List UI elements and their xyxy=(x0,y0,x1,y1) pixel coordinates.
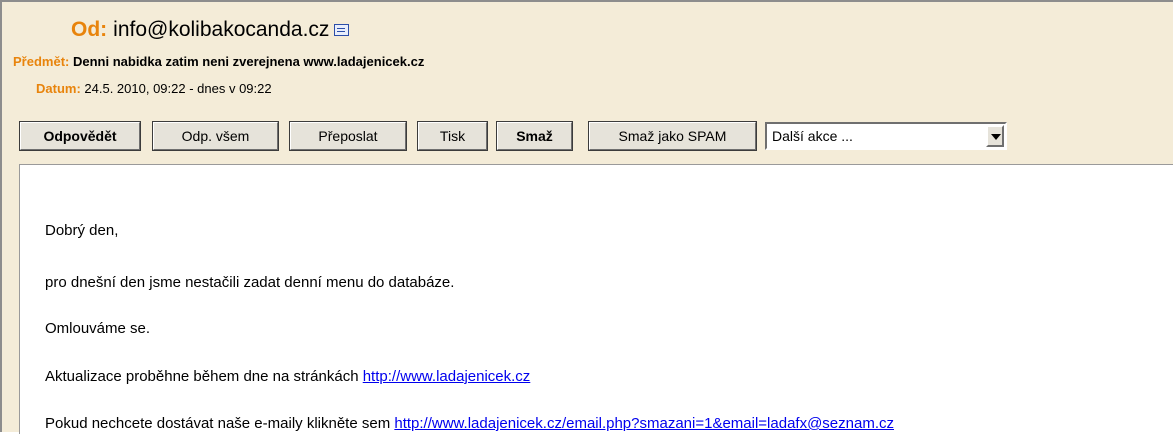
message-body: Dobrý den, pro dnešní den jsme nestačili… xyxy=(19,164,1173,434)
website-link[interactable]: http://www.ladajenicek.cz xyxy=(363,368,531,385)
date-label: Datum: xyxy=(36,81,81,96)
message-header: Od: info@kolibakocanda.cz Předmět: Denni … xyxy=(4,4,1173,164)
date-row: Datum: 24.5. 2010, 09:22 - dnes v 09:22 xyxy=(36,81,272,96)
date-value: 24.5. 2010, 09:22 - dnes v 09:22 xyxy=(84,81,272,96)
delete-as-spam-button[interactable]: Smaž jako SPAM xyxy=(588,121,757,151)
mail-window: Od: info@kolibakocanda.cz Předmět: Denni … xyxy=(0,0,1173,434)
body-paragraph: Aktualizace proběhne během dne na stránk… xyxy=(45,368,530,385)
body-paragraph: pro dnešní den jsme nestačili zadat denn… xyxy=(45,274,455,291)
more-actions-value: Další akce ... xyxy=(772,128,853,144)
unsubscribe-link[interactable]: http://www.ladajenicek.cz/email.php?smaz… xyxy=(394,415,894,432)
chevron-down-icon[interactable] xyxy=(986,125,1004,147)
subject-row: Předmět: Denni nabidka zatim neni zverej… xyxy=(13,54,424,69)
body-text: Aktualizace proběhne během dne na stránk… xyxy=(45,368,363,385)
body-paragraph: Pokud nechcete dostávat naše e-maily kli… xyxy=(45,415,894,432)
greeting-text: Dobrý den, xyxy=(45,222,119,239)
sender-row: Od: info@kolibakocanda.cz xyxy=(71,18,350,42)
subject-value: Denni nabidka zatim neni zverejnena www.… xyxy=(72,54,425,69)
body-paragraph: Omlouváme se. xyxy=(45,320,151,337)
vcard-icon[interactable] xyxy=(334,24,350,36)
reply-all-button[interactable]: Odp. všem xyxy=(152,121,279,151)
subject-label: Předmět: xyxy=(13,54,70,69)
more-actions-select[interactable]: Další akce ... xyxy=(765,122,1007,150)
from-label: Od: xyxy=(71,18,108,41)
reply-button[interactable]: Odpovědět xyxy=(19,121,141,151)
sender-address[interactable]: info@kolibakocanda.cz xyxy=(113,18,329,41)
delete-button[interactable]: Smaž xyxy=(496,121,573,151)
print-button[interactable]: Tisk xyxy=(417,121,488,151)
body-text: Pokud nechcete dostávat naše e-maily kli… xyxy=(45,415,395,432)
forward-button[interactable]: Přeposlat xyxy=(289,121,407,151)
